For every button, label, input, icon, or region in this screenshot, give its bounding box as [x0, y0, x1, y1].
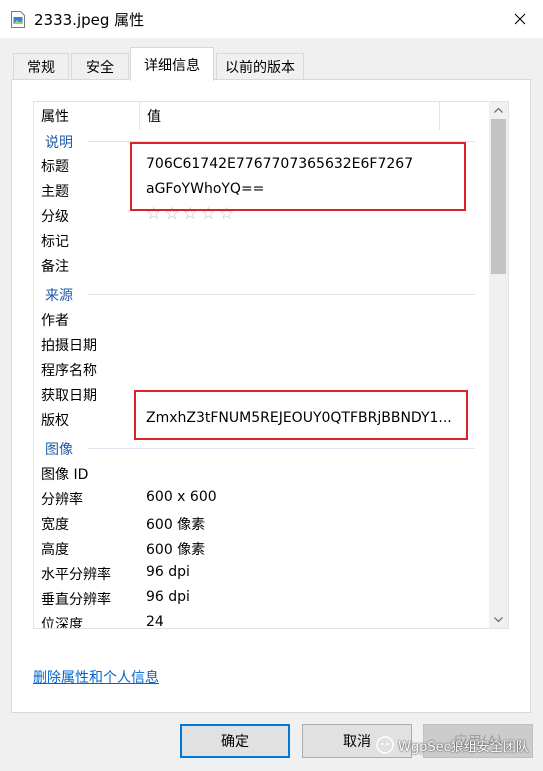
- row-rating[interactable]: 分级 ☆☆☆☆☆: [34, 203, 489, 228]
- prop-name: 高度: [41, 542, 69, 558]
- image-file-icon: [11, 11, 25, 28]
- prop-name: 分辨率: [41, 492, 83, 508]
- row-dimensions[interactable]: 分辨率 600 x 600: [34, 486, 489, 511]
- row-title[interactable]: 标题 706C61742E7767707365632E6F7267: [34, 153, 489, 178]
- tab-strip: 常规 安全 详细信息 以前的版本: [11, 47, 531, 81]
- watermark-text: WgpSec狼组安全团队: [398, 739, 529, 755]
- section-origin: 来源: [34, 281, 489, 306]
- title-bar: 2333.jpeg 属性: [0, 0, 543, 38]
- column-header-value[interactable]: 值: [140, 102, 440, 130]
- prop-name: 版权: [41, 413, 69, 429]
- header-label: 属性: [41, 109, 69, 125]
- tab-previous-versions[interactable]: 以前的版本: [216, 53, 304, 80]
- header-label: 值: [147, 109, 161, 125]
- list-header: 属性 值: [34, 102, 489, 130]
- section-divider: [88, 141, 475, 142]
- row-horizontal-resolution[interactable]: 水平分辨率 96 dpi: [34, 561, 489, 586]
- prop-value[interactable]: ZmxhZ3tFNUM5REJEOUY0QTFBRjBBNDY1...: [146, 410, 452, 426]
- close-icon: [514, 13, 526, 25]
- prop-value: 96 dpi: [146, 589, 190, 605]
- prop-name: 垂直分辨率: [41, 592, 111, 608]
- property-list[interactable]: 属性 值 说明 标题 706C61742E7767707365632E6F726…: [33, 101, 509, 629]
- prop-value: 600 像素: [146, 517, 206, 533]
- row-date-acquired[interactable]: 获取日期: [34, 382, 489, 407]
- button-label: 取消: [343, 734, 371, 750]
- section-image: 图像: [34, 435, 489, 460]
- section-label: 说明: [45, 135, 73, 151]
- tab-details[interactable]: 详细信息: [130, 47, 214, 81]
- prop-value: 24: [146, 614, 164, 629]
- prop-name: 图像 ID: [41, 467, 89, 483]
- row-image-id[interactable]: 图像 ID: [34, 461, 489, 486]
- row-tags[interactable]: 标记: [34, 228, 489, 253]
- remove-properties-link[interactable]: 删除属性和个人信息: [33, 667, 159, 687]
- tab-label: 详细信息: [144, 57, 200, 74]
- row-height[interactable]: 高度 600 像素: [34, 536, 489, 561]
- column-header-property[interactable]: 属性: [34, 102, 140, 130]
- prop-name: 宽度: [41, 517, 69, 533]
- section-description: 说明: [34, 128, 489, 153]
- row-copyright[interactable]: 版权 ZmxhZ3tFNUM5REJEOUY0QTFBRjBBNDY1...: [34, 407, 489, 432]
- row-author[interactable]: 作者: [34, 307, 489, 332]
- ok-button[interactable]: 确定: [180, 724, 290, 758]
- prop-name: 标记: [41, 234, 69, 250]
- rating-stars[interactable]: ☆☆☆☆☆: [146, 204, 237, 224]
- tab-label: 安全: [86, 60, 114, 76]
- row-comments[interactable]: 备注: [34, 253, 489, 278]
- window-title: 2333.jpeg 属性: [34, 11, 145, 29]
- column-header-blank: [440, 102, 489, 130]
- prop-name: 分级: [41, 209, 69, 225]
- row-vertical-resolution[interactable]: 垂直分辨率 96 dpi: [34, 586, 489, 611]
- scroll-up-button[interactable]: [489, 102, 508, 119]
- tab-label: 以前的版本: [225, 60, 295, 76]
- vertical-scrollbar[interactable]: [489, 102, 508, 628]
- prop-value[interactable]: 706C61742E7767707365632E6F7267: [146, 156, 413, 172]
- scroll-thumb[interactable]: [491, 119, 506, 274]
- prop-value: 600 像素: [146, 542, 206, 558]
- prop-value: 600 x 600: [146, 489, 217, 505]
- watermark: WgpSec狼组安全团队: [376, 733, 529, 757]
- prop-value[interactable]: aGFoYWhoYQ==: [146, 181, 264, 197]
- prop-name: 拍摄日期: [41, 338, 97, 354]
- prop-name: 程序名称: [41, 363, 97, 379]
- prop-value: 96 dpi: [146, 564, 190, 580]
- section-label: 来源: [45, 288, 73, 304]
- chevron-down-icon: [494, 617, 503, 622]
- tab-general[interactable]: 常规: [13, 53, 69, 80]
- row-date-taken[interactable]: 拍摄日期: [34, 332, 489, 357]
- button-label: 确定: [221, 734, 249, 750]
- tab-label: 常规: [27, 60, 55, 76]
- close-button[interactable]: [497, 0, 543, 38]
- row-subject[interactable]: 主题 aGFoYWhoYQ==: [34, 178, 489, 203]
- section-divider: [88, 448, 475, 449]
- details-panel: 属性 值 说明 标题 706C61742E7767707365632E6F726…: [11, 79, 531, 713]
- scroll-down-button[interactable]: [489, 611, 508, 628]
- prop-name: 标题: [41, 159, 69, 175]
- row-bit-depth[interactable]: 位深度 24: [34, 611, 489, 629]
- wechat-icon: [376, 736, 394, 754]
- row-program-name[interactable]: 程序名称: [34, 357, 489, 382]
- prop-name: 获取日期: [41, 388, 97, 404]
- row-width[interactable]: 宽度 600 像素: [34, 511, 489, 536]
- prop-name: 作者: [41, 313, 69, 329]
- prop-name: 备注: [41, 259, 69, 275]
- prop-name: 主题: [41, 184, 69, 200]
- chevron-up-icon: [494, 108, 503, 113]
- tab-security[interactable]: 安全: [71, 53, 129, 80]
- prop-name: 位深度: [41, 617, 83, 629]
- section-divider: [88, 294, 475, 295]
- prop-name: 水平分辨率: [41, 567, 111, 583]
- section-label: 图像: [45, 442, 73, 458]
